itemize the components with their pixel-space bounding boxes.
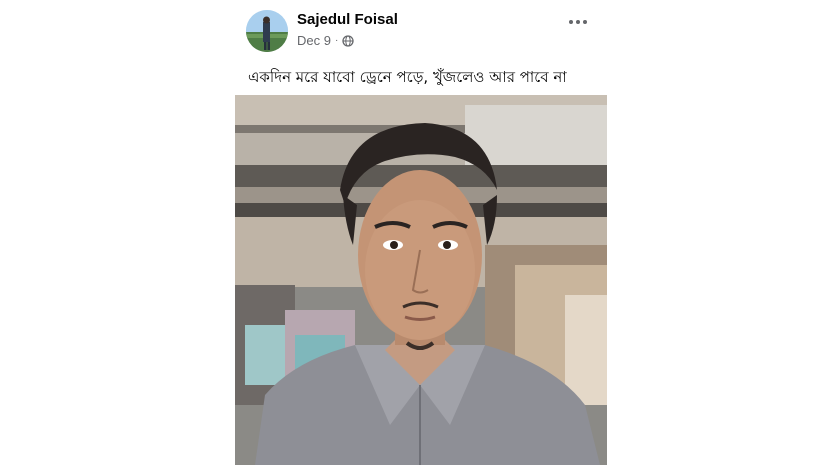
more-dot — [583, 20, 587, 24]
selfie-image — [235, 95, 607, 465]
more-options-button[interactable] — [563, 12, 593, 32]
more-options-icon — [569, 20, 573, 24]
author-name[interactable]: Sajedul Foisal — [297, 11, 398, 28]
post-header: Sajedul Foisal Dec 9 · — [235, 8, 607, 54]
facebook-post: Sajedul Foisal Dec 9 · একদিন মরে যাবো ড্… — [235, 0, 607, 465]
meta-separator: · — [334, 35, 339, 46]
author-avatar[interactable] — [246, 10, 288, 52]
post-meta: Dec 9 · — [297, 33, 354, 48]
post-caption: একদিন মরে যাবো ড্রেনে পড়ে, খুঁজলেও আর প… — [248, 68, 567, 86]
more-dot — [576, 20, 580, 24]
avatar-image — [246, 10, 288, 52]
post-photo[interactable] — [235, 95, 607, 465]
post-date[interactable]: Dec 9 — [297, 33, 331, 48]
globe-icon[interactable] — [342, 34, 354, 47]
